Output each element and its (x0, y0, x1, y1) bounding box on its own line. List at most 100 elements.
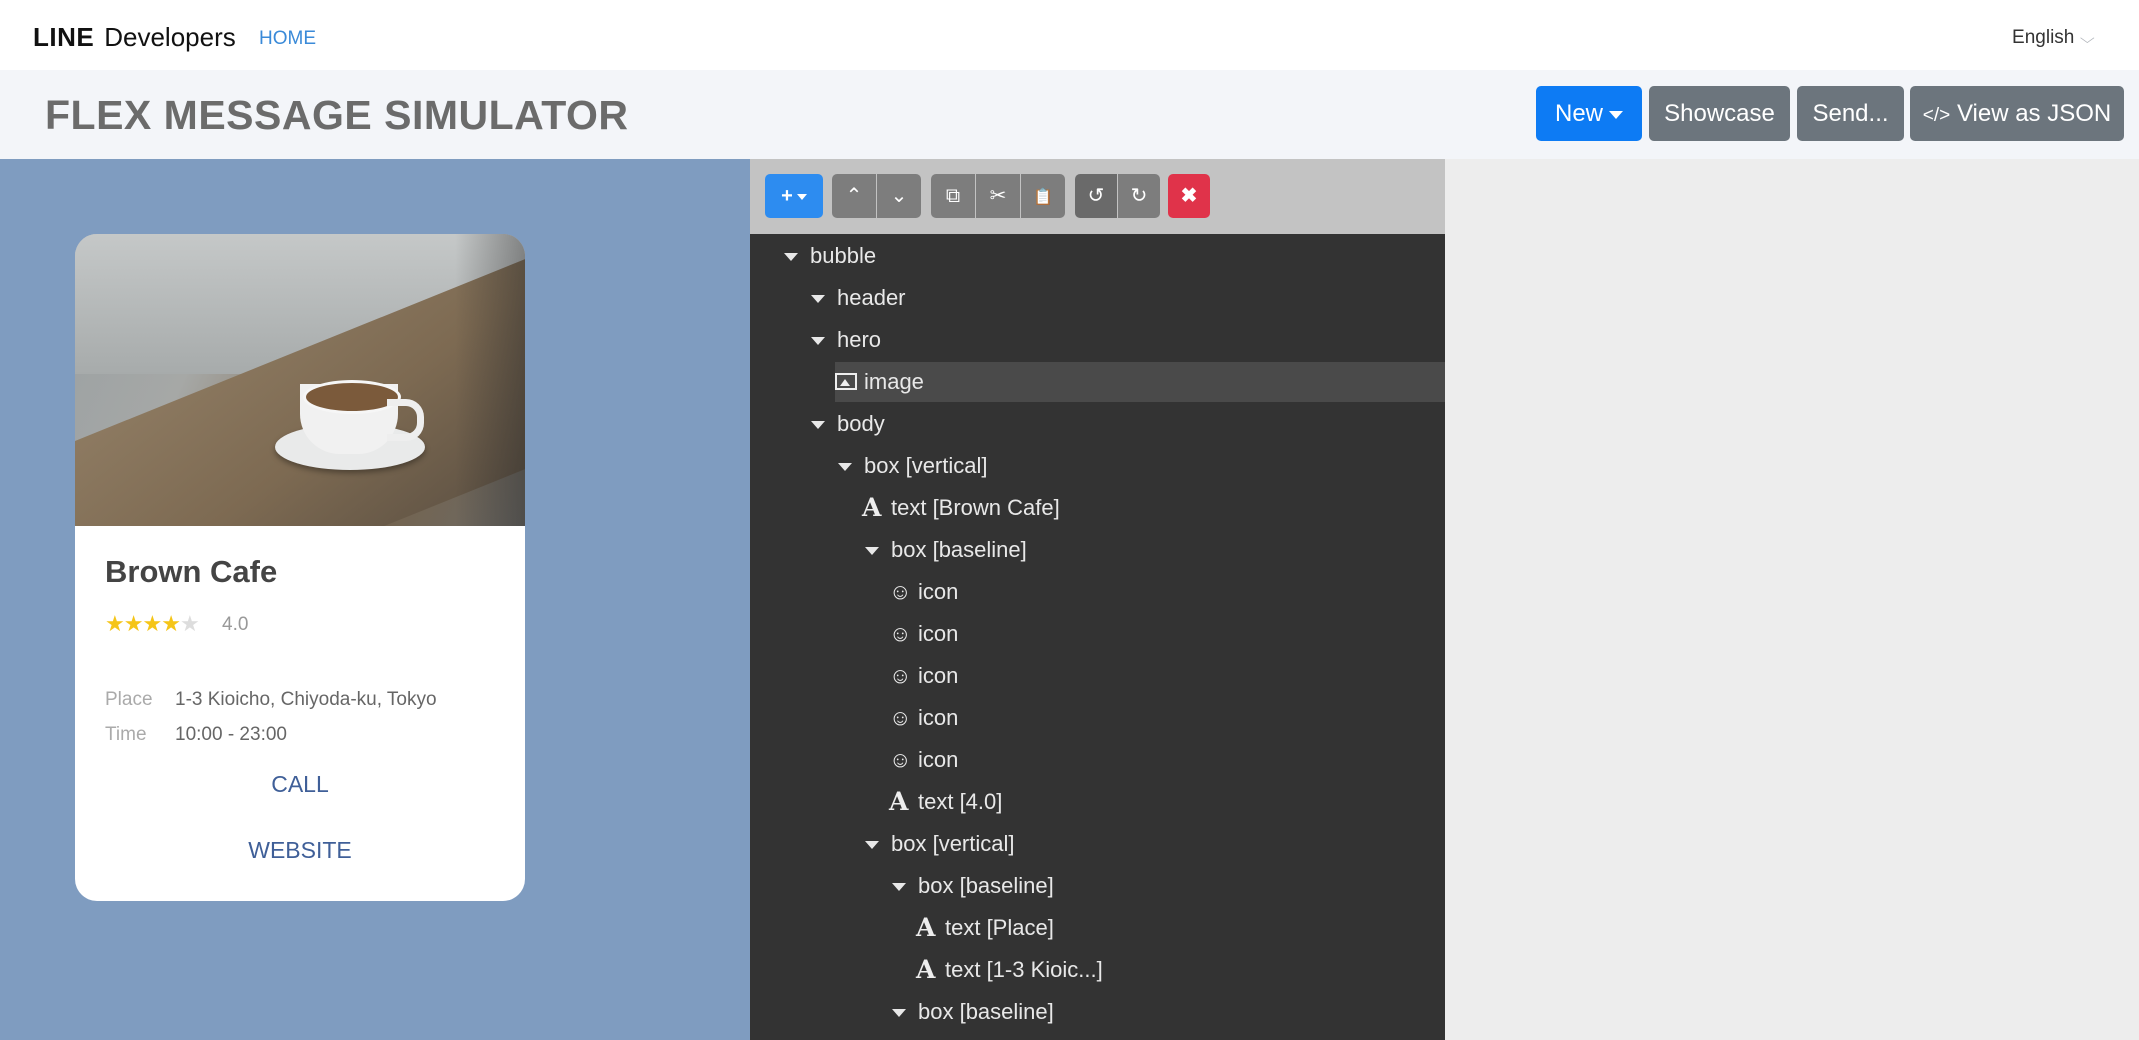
home-link[interactable]: HOME (259, 28, 316, 50)
code-icon: </> (1922, 105, 1951, 126)
new-button-label: New (1554, 100, 1603, 127)
send-button[interactable]: Send... (1797, 86, 1904, 141)
caret-down-icon[interactable] (784, 253, 798, 261)
caret-down-icon[interactable] (811, 337, 825, 345)
tree-node-text-4-0[interactable]: Atext [4.0] (750, 782, 1445, 822)
tree-node-icon[interactable]: ☺ icon (750, 614, 1445, 654)
tree-node-icon[interactable]: ☺ icon (750, 656, 1445, 696)
tree-node-hero[interactable]: hero (750, 320, 1445, 360)
star-filled-icon: ★ (123, 611, 144, 636)
star-rating: ★★★★★ (105, 611, 200, 637)
showcase-button[interactable]: Showcase (1649, 86, 1790, 141)
tree-node-box-vertical[interactable]: box [vertical] (750, 446, 1445, 486)
call-button[interactable]: CALL (75, 771, 525, 798)
tree-node-label: text [Place] (945, 915, 1054, 940)
time-label: Time (105, 724, 147, 745)
paste-button[interactable]: 📋 (1021, 174, 1065, 218)
property-pane (1445, 159, 2139, 1040)
tree-node-box-vertical[interactable]: box [vertical] (750, 824, 1445, 864)
tree-node-label: box [baseline] (918, 999, 1054, 1024)
place-label: Place (105, 689, 153, 710)
tree-node-icon[interactable]: ☺ icon (750, 740, 1445, 780)
caret-down-icon[interactable] (811, 421, 825, 429)
view-as-json-label: View as JSON (1956, 100, 2112, 127)
copy-button[interactable]: ⧉ (931, 174, 975, 218)
flex-bubble-card: Brown Cafe ★★★★★ 4.0 Place 1-3 Kioicho, … (75, 234, 525, 901)
cup-handle-graphic (387, 399, 424, 441)
tree-node-label: icon (918, 621, 959, 646)
scissors-icon: ✂ (989, 185, 1007, 207)
tree-node-body[interactable]: body (750, 404, 1445, 444)
tree-node-label: icon (918, 705, 959, 730)
tree-node-label: box [baseline] (918, 873, 1054, 898)
smiley-icon: ☺ (889, 621, 912, 646)
tree-node-label: icon (918, 747, 959, 772)
caret-down-icon[interactable] (811, 295, 825, 303)
tree-node-label: icon (918, 579, 959, 604)
cut-button[interactable]: ✂ (976, 174, 1020, 218)
caret-down-icon[interactable] (865, 547, 879, 555)
tree-node-label: body (837, 411, 885, 436)
tree-node-text-1-3-kioic[interactable]: Atext [1-3 Kioic...] (750, 950, 1445, 990)
caret-down-icon[interactable] (838, 463, 852, 471)
copy-icon: ⧉ (945, 185, 961, 207)
close-icon: ✖ (1180, 185, 1198, 207)
tree-node-label: box [vertical] (864, 453, 988, 478)
place-value: 1-3 Kioicho, Chiyoda-ku, Tokyo (175, 689, 437, 710)
tree-node-bubble[interactable]: bubble (750, 236, 1445, 276)
logo-text: Developers (104, 22, 236, 52)
redo-button[interactable]: ↻ (1118, 174, 1160, 218)
caret-down-icon[interactable] (892, 883, 906, 891)
text-icon: A (889, 787, 909, 816)
add-component-button[interactable]: + (765, 174, 823, 218)
language-selector[interactable]: English ⌵ (2012, 27, 2095, 49)
tree-node-box-baseline[interactable]: box [baseline] (750, 992, 1445, 1032)
image-icon (835, 373, 857, 390)
tree-node-text-place[interactable]: Atext [Place] (750, 908, 1445, 948)
tree-node-box-baseline[interactable]: box [baseline] (750, 866, 1445, 906)
page-title: FLEX MESSAGE SIMULATOR (45, 92, 629, 138)
title-bar: FLEX MESSAGE SIMULATOR New Showcase Send… (0, 70, 2139, 159)
tree-node-header[interactable]: header (750, 278, 1445, 318)
text-icon: A (862, 493, 882, 522)
tree-node-icon[interactable]: ☺ icon (750, 698, 1445, 738)
editor-toolbar: + ⌃ ⌄ ⧉ ✂ 📋 ↺ ↻ ✖ (750, 159, 1445, 234)
caret-down-icon[interactable] (892, 1009, 906, 1017)
tree-editor: + ⌃ ⌄ ⧉ ✂ 📋 ↺ ↻ ✖ bubble header hero image b… (750, 159, 1445, 1040)
tree-node-label: header (837, 285, 906, 310)
star-filled-icon: ★ (105, 611, 125, 636)
redo-icon: ↻ (1130, 185, 1148, 207)
text-icon: A (916, 955, 936, 984)
tree-node-icon[interactable]: ☺ icon (750, 572, 1445, 612)
tree-node-label: icon (918, 663, 959, 688)
undo-button[interactable]: ↺ (1075, 174, 1117, 218)
rating-value: 4.0 (222, 614, 249, 635)
line-developers-logo[interactable]: LINE Developers (33, 22, 236, 53)
delete-button[interactable]: ✖ (1168, 174, 1210, 218)
smiley-icon: ☺ (889, 747, 912, 772)
star-empty-icon: ★ (179, 611, 200, 636)
preview-pane: Brown Cafe ★★★★★ 4.0 Place 1-3 Kioicho, … (0, 159, 750, 1040)
tree-node-label: bubble (810, 243, 877, 268)
move-down-button[interactable]: ⌄ (877, 174, 921, 218)
move-up-button[interactable]: ⌃ (832, 174, 876, 218)
tree-node-label: text [1-3 Kioic...] (945, 957, 1103, 982)
star-filled-icon: ★ (161, 611, 181, 636)
language-label: English (2012, 27, 2075, 48)
caret-down-icon[interactable] (865, 841, 879, 849)
undo-icon: ↺ (1087, 185, 1105, 207)
tree-node-label: text [Brown Cafe] (891, 495, 1060, 520)
caret-down-icon (1609, 110, 1623, 119)
new-button[interactable]: New (1536, 86, 1642, 141)
star-filled-icon: ★ (142, 611, 162, 636)
card-title: Brown Cafe (105, 554, 278, 589)
tree-node-box-baseline[interactable]: box [baseline] (750, 530, 1445, 570)
chevron-down-icon: ⌄ (890, 185, 908, 207)
hero-image[interactable] (75, 234, 525, 526)
smiley-icon: ☺ (889, 579, 912, 604)
tree-node-text-brown-cafe[interactable]: Atext [Brown Cafe] (750, 488, 1445, 528)
view-as-json-button[interactable]: </> View as JSON (1910, 86, 2124, 141)
website-button[interactable]: WEBSITE (75, 837, 525, 864)
tree-node-image[interactable]: image (750, 362, 1445, 402)
tree-node-label: image (864, 369, 924, 394)
